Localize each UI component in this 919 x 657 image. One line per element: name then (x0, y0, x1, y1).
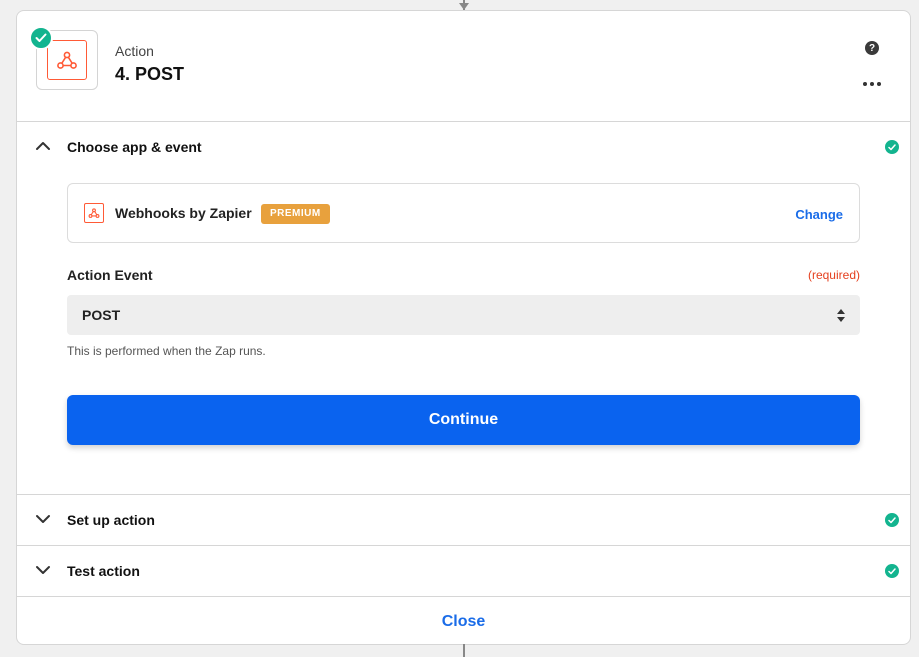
section-title: Set up action (67, 512, 155, 528)
step-header: Action 4. POST ? (17, 11, 910, 122)
required-indicator: (required) (807, 268, 860, 282)
change-app-link[interactable]: Change (795, 207, 843, 222)
step-type-label: Action (115, 43, 154, 59)
chevron-down-icon (36, 515, 50, 523)
section-test-action: Test action (17, 546, 910, 597)
action-event-select[interactable]: POST (67, 295, 860, 335)
success-check-icon (885, 564, 899, 578)
selected-event-value: POST (82, 307, 121, 323)
step-card: Action 4. POST ? Choose app & event Webh… (16, 10, 911, 645)
selected-app-row: Webhooks by Zapier PREMIUM Change (67, 183, 860, 243)
section-choose-app-event: Choose app & event Webhooks by Zapier PR… (17, 122, 910, 495)
section-header-setup[interactable]: Set up action (17, 495, 910, 545)
success-check-icon (885, 513, 899, 527)
section-header-choose[interactable]: Choose app & event (17, 122, 910, 172)
select-arrows-icon (837, 309, 845, 322)
success-check-icon (29, 26, 53, 50)
chevron-up-icon (36, 142, 50, 150)
app-name: Webhooks by Zapier (115, 205, 252, 221)
close-button[interactable]: Close (442, 613, 486, 631)
section-set-up-action: Set up action (17, 495, 910, 546)
success-check-icon (885, 140, 899, 154)
webhook-icon (47, 40, 87, 80)
section-header-test[interactable]: Test action (17, 546, 910, 596)
webhook-icon (84, 203, 104, 223)
chevron-down-icon (36, 566, 50, 574)
helper-text: This is performed when the Zap runs. (67, 344, 266, 358)
section-title: Test action (67, 563, 140, 579)
premium-badge: PREMIUM (261, 204, 330, 224)
section-title: Choose app & event (67, 139, 202, 155)
step-title[interactable]: 4. POST (115, 64, 184, 85)
continue-button[interactable]: Continue (67, 395, 860, 445)
flow-connector-bottom (463, 644, 465, 657)
flow-arrow-down-icon (459, 3, 469, 10)
more-options-icon[interactable] (863, 77, 881, 91)
action-event-label: Action Event (67, 267, 153, 283)
card-footer: Close (17, 597, 910, 644)
help-icon[interactable]: ? (865, 41, 879, 55)
